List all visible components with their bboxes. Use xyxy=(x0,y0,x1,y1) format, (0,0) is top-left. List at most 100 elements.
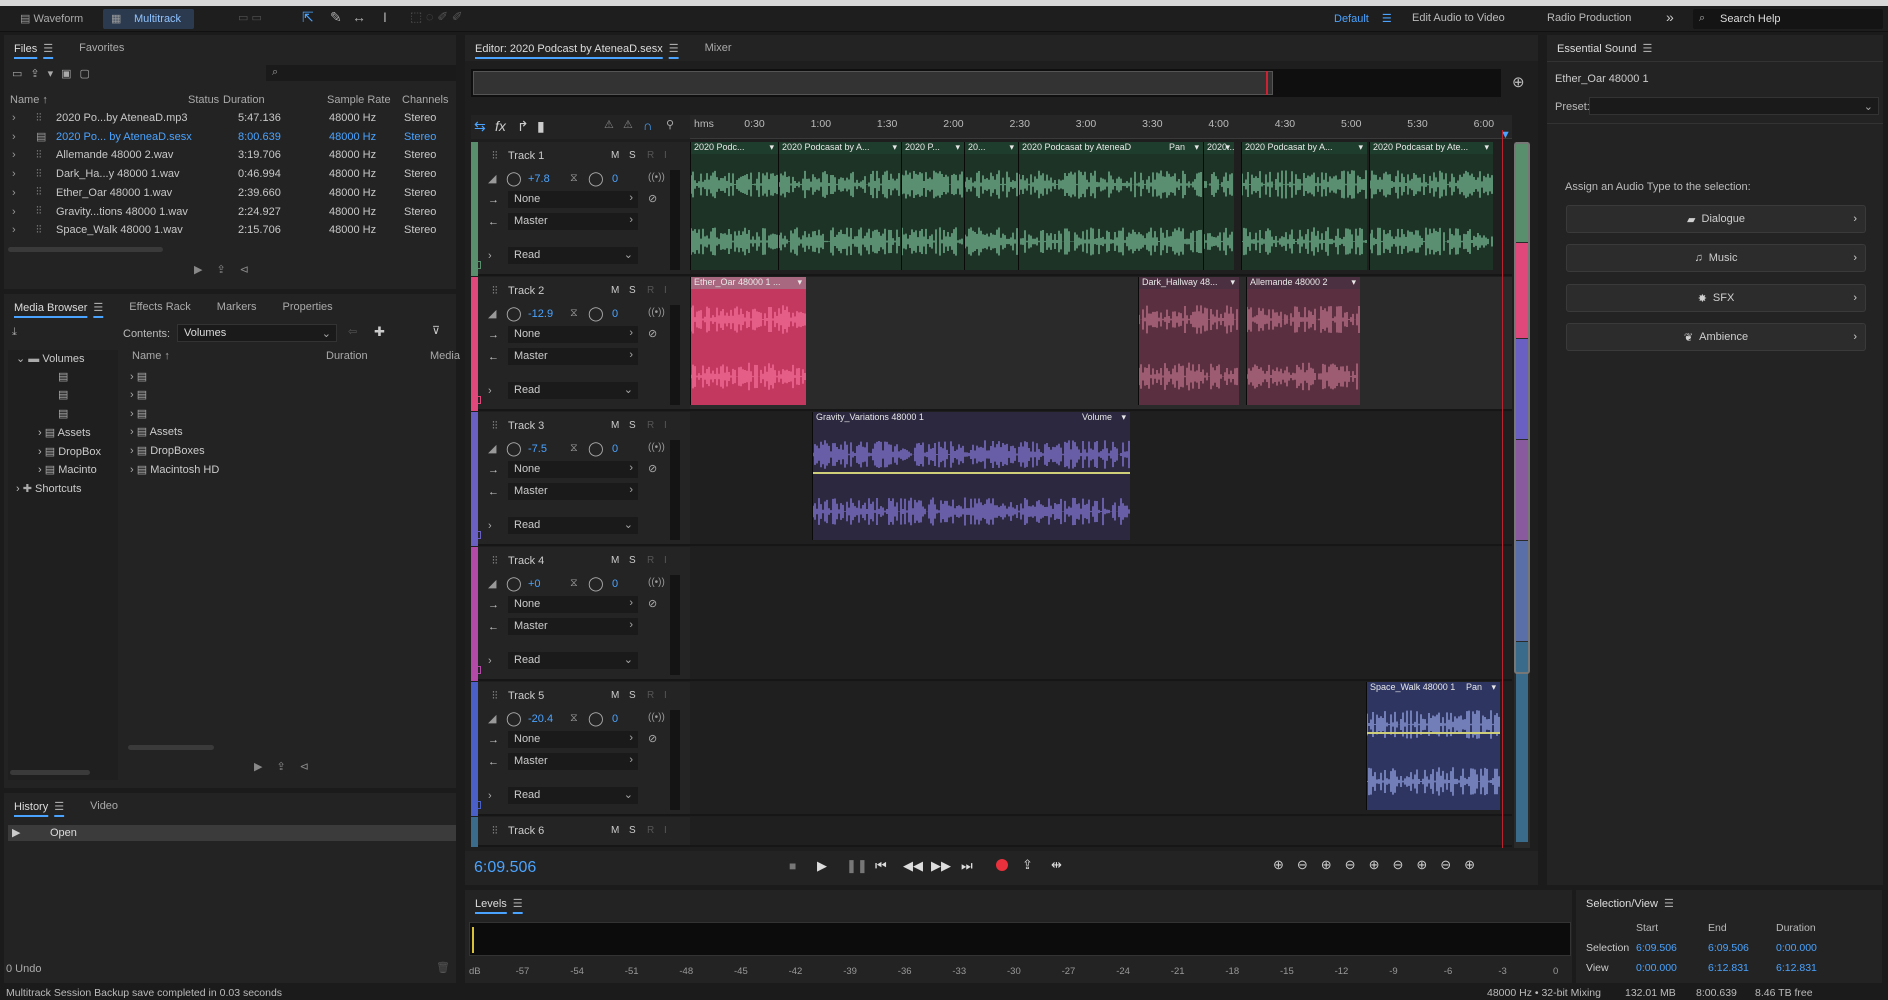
record-icon[interactable] xyxy=(996,859,1008,871)
phase-icon[interactable]: ⊘ xyxy=(648,597,657,610)
audio-clip[interactable]: Dark_Hallway 48... ▾ xyxy=(1138,277,1239,405)
chevron-down-icon[interactable]: ▾ xyxy=(769,142,774,153)
input-select[interactable]: None › xyxy=(508,326,638,343)
clip-header[interactable]: 2020 Podcasat by A... ▾ xyxy=(779,142,901,154)
arm-record-button[interactable]: R xyxy=(647,690,654,701)
expand-automation-icon[interactable]: › xyxy=(488,520,492,532)
dialogue-button[interactable]: ▰ Dialogue › xyxy=(1566,205,1866,233)
list-item[interactable]: › ▤ Macintosh HD xyxy=(130,463,219,476)
trash-icon[interactable]: 🗑 xyxy=(436,961,450,974)
add-shortcut-icon[interactable]: ✚ xyxy=(374,324,385,340)
track-name[interactable]: Track 6 xyxy=(508,825,544,837)
automation-mode-select[interactable]: Read ⌄ xyxy=(508,382,638,399)
tab-markers[interactable]: Markers xyxy=(217,301,257,313)
clip-header[interactable]: Dark_Hallway 48... ▾ xyxy=(1139,277,1239,289)
col-duration[interactable]: Duration xyxy=(223,94,265,106)
drag-handle-icon[interactable]: ⫶⫶ xyxy=(492,420,498,433)
clip-header[interactable]: Ether_Oar 48000 1 ... ▾ xyxy=(691,277,806,289)
sends-icon[interactable]: ↱ xyxy=(517,118,529,135)
preset-select[interactable]: ⌄ xyxy=(1589,97,1879,115)
track-color-strip[interactable] xyxy=(471,412,478,546)
current-time-display[interactable]: 6:09.506 xyxy=(474,859,536,877)
slip-tool-icon[interactable]: ↔ xyxy=(352,9,366,25)
volume-knob[interactable]: ◯ xyxy=(506,440,522,457)
track-name[interactable]: Track 2 xyxy=(508,285,544,297)
clip-header[interactable]: 2020 Podcasat by A... ▾ xyxy=(1242,142,1367,154)
audio-clip[interactable]: 20... ▾ xyxy=(964,142,1018,270)
files-transport-icons[interactable]: ▶⇪⊲ xyxy=(194,263,263,276)
chevron-right-icon[interactable]: › xyxy=(12,187,16,199)
multitrack-view-button[interactable]: ▦ Multitrack xyxy=(103,9,194,29)
monitor-input-button[interactable]: I xyxy=(664,150,667,161)
list-item[interactable]: › ▤ xyxy=(130,370,147,383)
view-duration[interactable]: 6:12.831 xyxy=(1776,962,1817,974)
track-name[interactable]: Track 4 xyxy=(508,555,544,567)
output-select[interactable]: Master › xyxy=(508,753,638,770)
go-to-start-icon[interactable]: ⏮ xyxy=(875,858,887,874)
phase-icon[interactable]: ⊘ xyxy=(648,327,657,340)
automation-mode-select[interactable]: Read ⌄ xyxy=(508,652,638,669)
phase-icon[interactable]: ⊘ xyxy=(648,192,657,205)
automation-line[interactable] xyxy=(1367,732,1500,734)
clip-header[interactable]: 2020 P... ▾ xyxy=(902,142,964,154)
mute-button[interactable]: M xyxy=(611,285,619,296)
expand-automation-icon[interactable]: › xyxy=(488,655,492,667)
mute-button[interactable]: M xyxy=(611,555,619,566)
loop-icon[interactable]: ⚠ xyxy=(623,118,633,131)
solo-button[interactable]: S xyxy=(629,690,636,701)
chevron-down-icon[interactable]: ▾ xyxy=(1225,142,1230,153)
file-row[interactable]: › ⫶⫶ Space_Walk 48000 1.wav 2:15.706 48000 H… xyxy=(4,221,456,239)
file-row[interactable]: › ⫶⫶ Ether_Oar 48000 1.wav 2:39.660 48000 Hz… xyxy=(4,184,456,202)
pan-value[interactable]: 0 xyxy=(612,713,618,725)
chevron-right-icon[interactable]: › xyxy=(12,131,16,143)
arm-record-button[interactable]: R xyxy=(647,555,654,566)
view-start[interactable]: 0:00.000 xyxy=(1636,962,1677,974)
volume-value[interactable]: +0 xyxy=(528,578,541,590)
filter-icon[interactable]: ⊽ xyxy=(432,324,440,337)
input-select[interactable]: None › xyxy=(508,731,638,748)
audio-clip[interactable]: 2020 Podcasat by AteneaD Pan ▾ xyxy=(1018,142,1203,270)
audio-clip[interactable]: Gravity_Variations 48000 1 Volume ▾ xyxy=(812,412,1130,540)
drag-handle-icon[interactable]: ⫶⫶ xyxy=(492,825,498,838)
tab-favorites[interactable]: Favorites xyxy=(79,42,124,54)
chevron-right-icon[interactable]: › xyxy=(12,168,16,180)
chevron-right-icon[interactable]: › xyxy=(12,112,16,124)
volume-value[interactable]: -12.9 xyxy=(528,308,553,320)
list-item[interactable]: › ▤ DropBoxes xyxy=(130,444,205,457)
audio-clip[interactable]: Ether_Oar 48000 1 ... ▾ xyxy=(690,277,806,405)
phase-icon[interactable]: ⊘ xyxy=(648,732,657,745)
snapping-icon[interactable]: ∩ xyxy=(643,118,652,133)
chevron-down-icon[interactable]: ▾ xyxy=(955,142,960,153)
file-row[interactable]: › ⫶⫶ Gravity...tions 48000 1.wav 2:24.927 48… xyxy=(4,203,456,221)
marquee-tool-icon[interactable]: ⬚ ◌ ✐ ✐ xyxy=(410,9,463,25)
mute-button[interactable]: M xyxy=(611,420,619,431)
arm-record-button[interactable]: R xyxy=(647,420,654,431)
chevron-down-icon[interactable]: ▾ xyxy=(1484,142,1489,153)
go-to-end-icon[interactable]: ⏭ xyxy=(961,858,973,874)
solo-button[interactable]: S xyxy=(629,420,636,431)
drag-handle-icon[interactable]: ⫶⫶ xyxy=(492,150,498,163)
music-button[interactable]: ♫ Music › xyxy=(1566,244,1866,272)
tree-assets[interactable]: › ▤ Assets xyxy=(38,426,91,439)
pan-knob[interactable]: ◯ xyxy=(588,440,604,457)
clip-header[interactable]: 20... ▾ xyxy=(965,142,1018,154)
play-icon[interactable]: ▶ xyxy=(817,858,827,874)
audio-clip[interactable]: 2020 Podcasat by A... ▾ xyxy=(1241,142,1367,270)
tab-levels[interactable]: Levels ☰ xyxy=(475,897,523,910)
track-color-strip[interactable] xyxy=(471,142,478,276)
move-tool-icon[interactable]: ⇱ xyxy=(302,9,314,26)
mute-button[interactable]: M xyxy=(611,150,619,161)
clip-header[interactable]: 2020... ▾ xyxy=(1204,142,1234,154)
audio-clip[interactable]: 2020... ▾ xyxy=(1203,142,1234,270)
mute-button[interactable]: M xyxy=(611,690,619,701)
chevron-down-icon[interactable]: ▾ xyxy=(1194,142,1199,153)
output-select[interactable]: Master › xyxy=(508,483,638,500)
fx-icon[interactable]: fx xyxy=(495,118,506,134)
workspace-menu-icon[interactable]: ☰ xyxy=(1382,13,1392,25)
tree-volumes[interactable]: ⌄ ▬ Volumes xyxy=(16,352,85,365)
volume-knob[interactable]: ◯ xyxy=(506,710,522,727)
chevron-down-icon[interactable]: ▾ xyxy=(1491,682,1496,693)
volume-value[interactable]: +7.8 xyxy=(528,173,550,185)
list-item[interactable]: › ▤ xyxy=(130,407,147,420)
clip-header[interactable]: Space_Walk 48000 1 Pan ▾ xyxy=(1367,682,1500,694)
